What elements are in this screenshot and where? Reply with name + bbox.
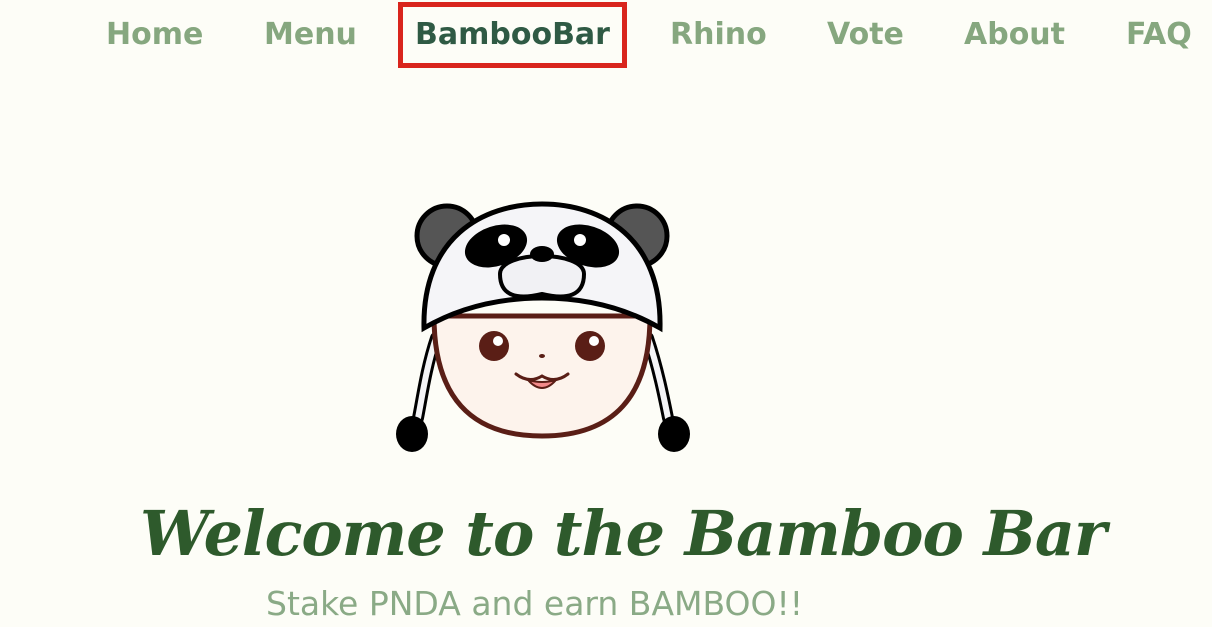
top-navigation: Home Menu BambooBar Rhino Vote About FAQ <box>0 0 1212 70</box>
nav-link-faq[interactable]: FAQ <box>1126 13 1192 57</box>
nav-link-menu[interactable]: Menu <box>264 13 357 57</box>
nav-link-rhino[interactable]: Rhino <box>670 13 767 57</box>
nav-link-home[interactable]: Home <box>106 13 203 57</box>
nav-link-bamboobar[interactable]: BambooBar <box>398 2 627 68</box>
page-title: Welcome to the Bamboo Bar <box>140 496 1107 570</box>
nav-link-about[interactable]: About <box>964 13 1065 57</box>
page-subtitle: Stake PNDA and earn BAMBOO!! <box>266 584 803 623</box>
nav-link-vote[interactable]: Vote <box>827 13 904 57</box>
panda-hat-mascot-icon <box>392 198 692 456</box>
